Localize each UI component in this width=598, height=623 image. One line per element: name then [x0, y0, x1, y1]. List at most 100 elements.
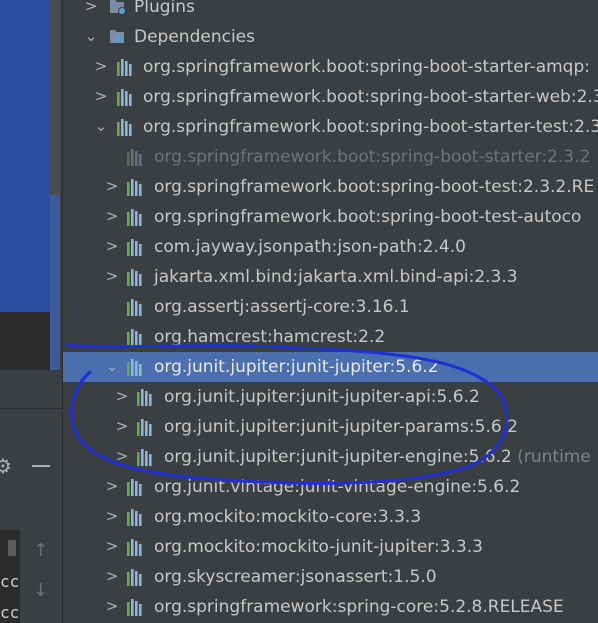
- chevron-right-icon[interactable]: >: [114, 446, 130, 466]
- chevron-right-icon[interactable]: >: [104, 596, 120, 616]
- library-icon: [137, 449, 152, 466]
- dependency-row[interactable]: org.hamcrest:hamcrest:2.2: [63, 322, 598, 352]
- chevron-right-icon[interactable]: >: [104, 206, 120, 226]
- dependency-row[interactable]: > org.mockito:mockito-junit-jupiter:3.3.3: [63, 532, 598, 562]
- library-icon: [137, 419, 152, 436]
- dependency-coordinates: org.springframework.boot:spring-boot-sta…: [143, 57, 590, 77]
- dependency-label: org.springframework:spring-core:5.2.8.RE…: [154, 596, 564, 618]
- panel-footer: [0, 312, 50, 370]
- library-icon: [127, 479, 142, 496]
- dependency-row[interactable]: > org.springframework.boot:spring-boot-st…: [63, 82, 598, 112]
- dependency-row[interactable]: > org.mockito:mockito-core:3.3.3: [63, 502, 598, 532]
- dependency-coordinates: org.springframework.boot:spring-boot-tes…: [154, 207, 582, 227]
- tree-node-label: Plugins: [134, 0, 195, 17]
- dependency-row[interactable]: > com.jayway.jsonpath:json-path:2.4.0: [63, 232, 598, 262]
- dependency-row[interactable]: > org.skyscreamer:jsonassert:1.5.0: [63, 562, 598, 592]
- library-icon: [127, 209, 142, 226]
- arrow-down-icon[interactable]: ↓: [33, 580, 48, 601]
- dependency-row[interactable]: > jakarta.xml.bind:jakarta.xml.bind-api:2…: [63, 262, 598, 292]
- library-icon: [137, 389, 152, 406]
- dependency-label: org.springframework.boot:spring-boot-sta…: [154, 146, 590, 168]
- dependency-label: org.junit.jupiter:junit-jupiter-engine:5…: [164, 446, 591, 468]
- dependency-coordinates: org.hamcrest:hamcrest:2.2: [154, 327, 386, 347]
- dependency-row[interactable]: org.assertj:assertj-core:3.16.1: [63, 292, 598, 322]
- dependency-label: com.jayway.jsonpath:json-path:2.4.0: [154, 236, 466, 258]
- chevron-right-icon[interactable]: >: [104, 176, 120, 196]
- dependencies-folder-icon: [110, 30, 124, 43]
- dependency-label: org.mockito:mockito-core:3.3.3: [154, 506, 421, 528]
- dependency-row[interactable]: ⌄ org.springframework.boot:spring-boot-st…: [63, 112, 598, 142]
- chevron-right-icon[interactable]: >: [83, 0, 99, 16]
- dependency-coordinates: jakarta.xml.bind:jakarta.xml.bind-api:2.…: [154, 267, 518, 287]
- chevron-right-icon[interactable]: >: [104, 506, 120, 526]
- dependency-label: org.springframework.boot:spring-boot-sta…: [143, 56, 590, 78]
- dependency-label: org.skyscreamer:jsonassert:1.5.0: [154, 566, 437, 588]
- dependency-coordinates: org.junit.vintage:junit-vintage-engine:5…: [154, 477, 521, 497]
- dependency-row[interactable]: > org.springframework.boot:spring-boot-te…: [63, 202, 598, 232]
- library-icon: [127, 539, 142, 556]
- dependency-label: org.springframework.boot:spring-boot-tes…: [154, 176, 594, 198]
- chevron-right-icon[interactable]: >: [93, 86, 109, 106]
- dependency-row[interactable]: > org.junit.vintage:junit-vintage-engine:…: [63, 472, 598, 502]
- vertical-scrollbar[interactable]: [50, 0, 60, 370]
- chevron-down-icon[interactable]: ⌄: [104, 356, 120, 376]
- library-icon: [127, 239, 142, 256]
- dependency-row[interactable]: ⌄ org.junit.jupiter:junit-jupiter:5.6.2: [63, 352, 598, 382]
- chevron-down-icon[interactable]: ⌄: [83, 26, 99, 46]
- chevron-right-icon[interactable]: >: [114, 416, 130, 436]
- dependency-coordinates: org.junit.jupiter:junit-jupiter-engine:5…: [164, 447, 512, 467]
- library-icon: [127, 299, 142, 316]
- dependency-coordinates: org.mockito:mockito-core:3.3.3: [154, 507, 422, 527]
- divider: [0, 408, 62, 409]
- library-icon: [127, 329, 142, 346]
- dependency-coordinates: org.springframework:spring-core:5.2.8.RE…: [154, 597, 564, 617]
- library-icon: [127, 269, 142, 286]
- chevron-right-icon[interactable]: >: [114, 386, 130, 406]
- scrollbar-thumb[interactable]: [50, 195, 60, 370]
- dependency-row[interactable]: > org.springframework:spring-core:5.2.8.R…: [63, 592, 598, 622]
- tree-node-dependencies[interactable]: ⌄ Dependencies: [63, 22, 598, 52]
- dependency-label: org.mockito:mockito-junit-jupiter:3.3.3: [154, 536, 483, 558]
- gutter-marker: [8, 540, 16, 556]
- editor-preview-panel: [0, 0, 50, 312]
- dependency-row[interactable]: > org.junit.jupiter:junit-jupiter-api:5.6…: [63, 382, 598, 412]
- dependency-coordinates: org.springframework.boot:spring-boot-sta…: [143, 117, 598, 137]
- dependency-row[interactable]: org.springframework.boot:spring-boot-sta…: [63, 142, 598, 172]
- chevron-right-icon[interactable]: >: [104, 476, 120, 496]
- arrow-up-icon[interactable]: ↑: [33, 540, 48, 561]
- dependency-label: org.junit.vintage:junit-vintage-engine:5…: [154, 476, 520, 498]
- dependency-label: org.springframework.boot:spring-boot-sta…: [143, 86, 598, 108]
- dependency-row[interactable]: > org.springframework.boot:spring-boot-te…: [63, 172, 598, 202]
- chevron-right-icon[interactable]: >: [104, 236, 120, 256]
- left-tool-pane: ⚙ ↑ ↓ cc cc: [0, 0, 62, 623]
- minimize-icon[interactable]: [32, 465, 50, 467]
- dependency-coordinates: org.junit.jupiter:junit-jupiter-api:5.6.…: [164, 387, 480, 407]
- chevron-right-icon[interactable]: >: [104, 266, 120, 286]
- library-icon: [117, 119, 132, 136]
- maven-dependency-tree: > Plugins ⌄ Dependencies > org.springfram…: [63, 0, 598, 623]
- dependency-row[interactable]: > org.junit.jupiter:junit-jupiter-engine:…: [63, 442, 598, 472]
- library-icon: [117, 89, 132, 106]
- chevron-right-icon[interactable]: >: [104, 536, 120, 556]
- tree-node-plugins[interactable]: > Plugins: [63, 0, 598, 22]
- console-text: cc: [0, 572, 20, 591]
- dependency-coordinates: org.junit.jupiter:junit-jupiter-params:5…: [164, 417, 518, 437]
- chevron-right-icon[interactable]: >: [104, 566, 120, 586]
- dependency-coordinates: org.mockito:mockito-junit-jupiter:3.3.3: [154, 537, 483, 557]
- tree-node-label: Dependencies: [134, 27, 255, 47]
- dependency-coordinates: org.skyscreamer:jsonassert:1.5.0: [154, 567, 437, 587]
- dependency-label: org.junit.jupiter:junit-jupiter-api:5.6.…: [164, 386, 480, 408]
- dependency-coordinates: org.assertj:assertj-core:3.16.1: [154, 297, 410, 317]
- dependency-coordinates: org.junit.jupiter:junit-jupiter:5.6.2: [154, 357, 439, 377]
- chevron-right-icon[interactable]: >: [93, 56, 109, 76]
- chevron-down-icon[interactable]: ⌄: [93, 116, 109, 136]
- dependency-label: org.springframework.boot:spring-boot-tes…: [154, 206, 581, 228]
- library-icon: [127, 149, 142, 166]
- dependency-label: org.assertj:assertj-core:3.16.1: [154, 296, 410, 318]
- dependency-row[interactable]: > org.junit.jupiter:junit-jupiter-params:…: [63, 412, 598, 442]
- dependency-label: org.springframework.boot:spring-boot-sta…: [143, 116, 598, 138]
- gear-icon[interactable]: ⚙: [0, 454, 12, 478]
- dependency-row[interactable]: > org.springframework.boot:spring-boot-st…: [63, 52, 598, 82]
- library-icon: [127, 179, 142, 196]
- dependency-coordinates: com.jayway.jsonpath:json-path:2.4.0: [154, 237, 466, 257]
